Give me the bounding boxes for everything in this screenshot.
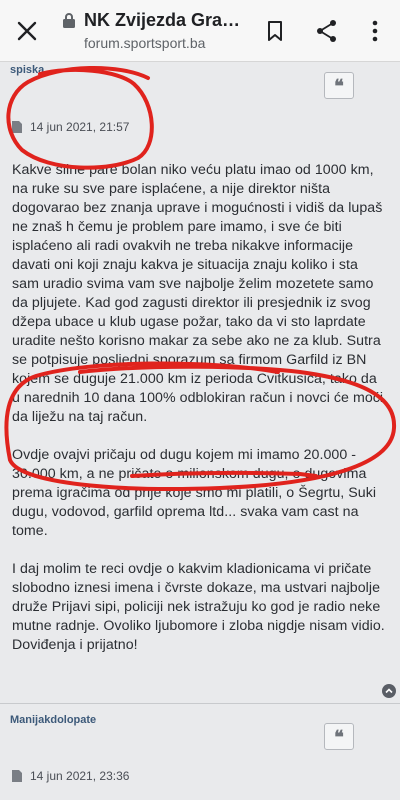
toolbar-titles[interactable]: NK Zvijezda Grad… forum.sportsport.ba xyxy=(62,9,252,51)
share-icon[interactable] xyxy=(314,18,340,44)
post-paragraph: Kakve silne pare bolan niko veću platu i… xyxy=(12,162,384,425)
browser-toolbar: NK Zvijezda Grad… forum.sportsport.ba xyxy=(0,0,400,62)
scroll-up-button[interactable] xyxy=(382,684,396,698)
post-date-row: 14 jun 2021, 21:57 xyxy=(12,120,129,134)
lock-icon xyxy=(63,13,75,28)
post-date: 14 jun 2021, 23:36 xyxy=(30,769,130,783)
quote-button[interactable]: ❝ xyxy=(324,72,354,99)
post-date: 14 jun 2021, 21:57 xyxy=(30,120,130,134)
post-author[interactable]: Manijakdolopate xyxy=(10,714,96,726)
document-icon xyxy=(12,770,22,782)
forum-post: Manijakdolopate ❝ 14 jun 2021, 23:36 xyxy=(0,704,400,800)
post-date-row: 14 jun 2021, 23:36 xyxy=(12,769,129,783)
forum-thread: spiska ❝ 14 jun 2021, 21:57 Kakve silne … xyxy=(0,62,400,800)
page-url: forum.sportsport.ba xyxy=(84,35,206,51)
bookmark-icon[interactable] xyxy=(262,18,288,44)
post-body: Kakve silne pare bolan niko veću platu i… xyxy=(12,161,387,674)
post-author[interactable]: spiska xyxy=(10,64,44,76)
post-paragraph: Ovdje ovajvi pričaju od dugu kojem mi im… xyxy=(12,447,377,539)
quote-button[interactable]: ❝ xyxy=(324,723,354,750)
page-title: NK Zvijezda Grad… xyxy=(84,9,250,30)
post-paragraph: I daj molim te reci ovdje o kakvim kladi… xyxy=(12,561,385,653)
close-icon[interactable] xyxy=(14,18,40,44)
document-icon xyxy=(12,121,22,133)
chevron-up-icon xyxy=(385,688,393,694)
forum-post: spiska ❝ 14 jun 2021, 21:57 Kakve silne … xyxy=(0,62,400,702)
more-options-icon[interactable] xyxy=(362,18,388,44)
